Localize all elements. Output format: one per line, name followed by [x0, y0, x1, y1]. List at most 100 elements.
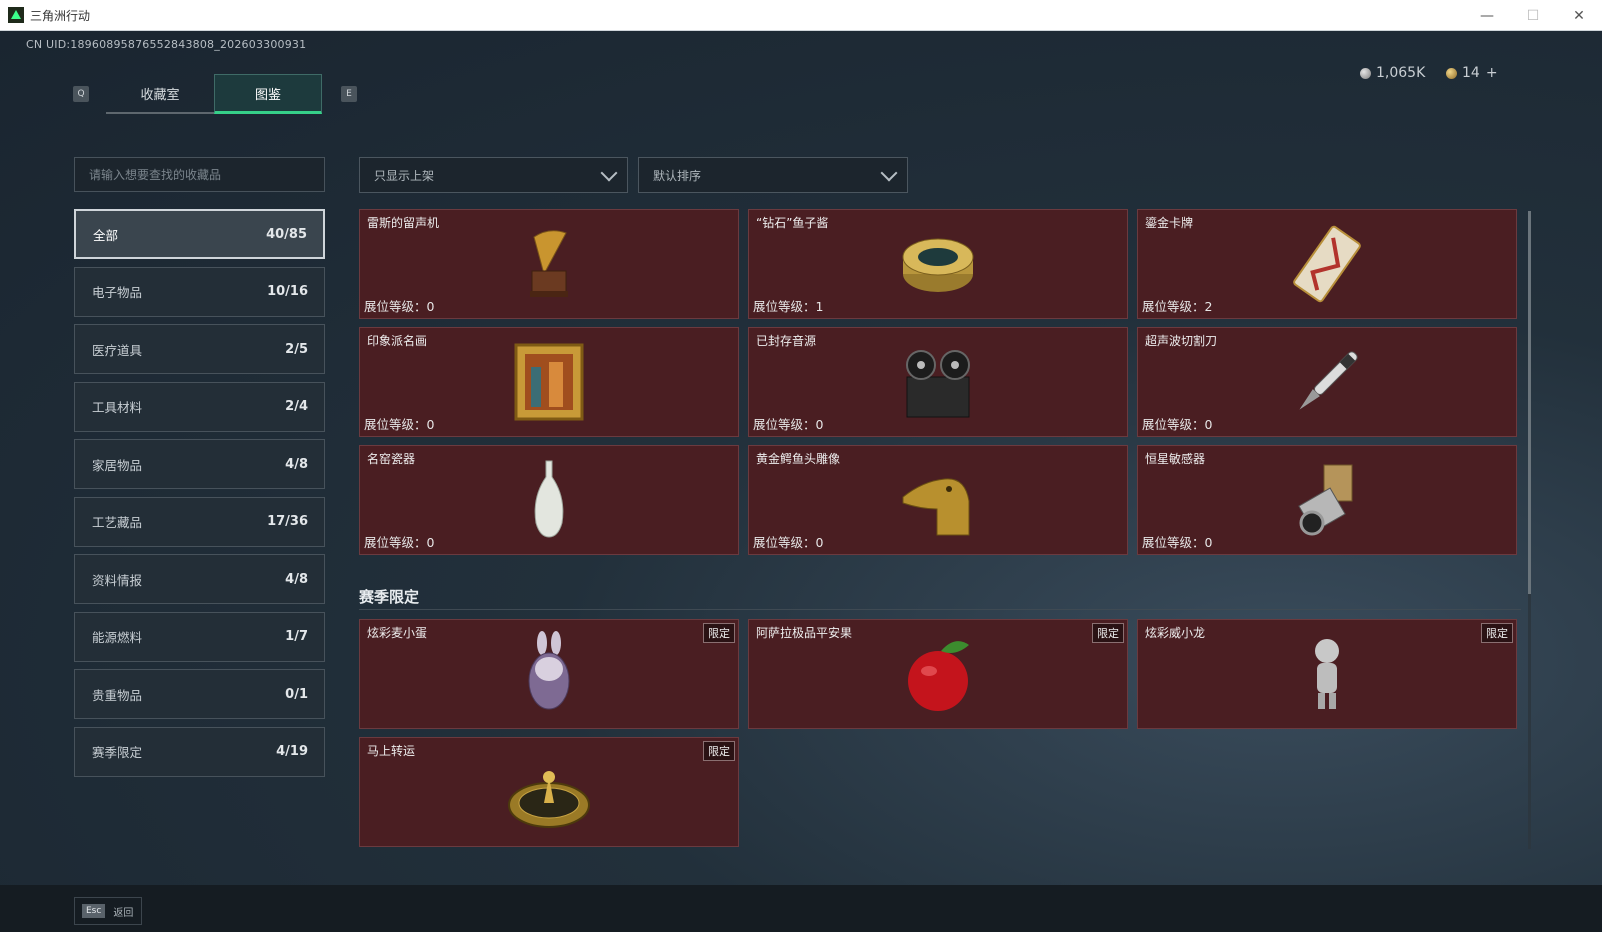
display-level: 展位等级：2 — [1142, 299, 1213, 314]
silver-coin-icon — [1360, 67, 1371, 79]
user-uid: CN UID:18960895876552843808_202603300931 — [26, 38, 307, 51]
category-tools[interactable]: 工具材料 2/4 — [74, 381, 325, 432]
category-crafts[interactable]: 工艺藏品 17/36 — [74, 496, 325, 547]
category-intel[interactable]: 资料情报 4/8 — [74, 554, 325, 604]
card-icon — [1293, 225, 1361, 303]
category-count: 4/19 — [276, 744, 308, 759]
display-level: 展位等级：0 — [364, 535, 435, 550]
category-household[interactable]: 家居物品 4/8 — [74, 439, 325, 489]
apple-icon — [908, 641, 969, 711]
close-button[interactable]: ✕ — [1556, 0, 1602, 31]
category-label: 工艺藏品 — [92, 515, 143, 530]
item-name: “钻石”鱼子酱 — [756, 216, 829, 230]
category-count: 1/7 — [285, 629, 308, 644]
category-all[interactable]: 全部 40/85 — [74, 209, 325, 259]
display-level: 展位等级：0 — [1142, 535, 1213, 550]
item-name: 炫彩威小龙 — [1145, 626, 1206, 640]
search-box[interactable] — [74, 157, 325, 192]
category-count: 10/16 — [267, 284, 308, 299]
category-label: 工具材料 — [92, 400, 143, 415]
title-bar: 三角洲行动 — ☐ ✕ — [0, 0, 1602, 31]
display-level: 展位等级：0 — [364, 299, 435, 314]
back-label: 返回 — [113, 907, 134, 919]
collectible-card[interactable]: 名窑瓷器 展位等级：0 — [359, 445, 739, 555]
display-level: 展位等级：0 — [364, 417, 435, 432]
section-title-season: 赛季限定 — [359, 588, 420, 606]
collectible-card[interactable]: 印象派名画 展位等级：0 — [359, 327, 739, 437]
category-count: 4/8 — [285, 456, 308, 472]
shelf-filter-value: 只显示上架 — [374, 168, 435, 183]
category-label: 赛季限定 — [92, 745, 143, 760]
collectible-card[interactable]: “钻石”鱼子酱 展位等级：1 — [748, 209, 1128, 319]
silver-currency: 1,065K — [1360, 65, 1425, 81]
collectible-card[interactable]: 炫彩威小龙 限定 — [1137, 619, 1517, 729]
rabbit-egg-icon — [528, 631, 570, 710]
category-count: 2/4 — [285, 399, 308, 414]
limited-badge: 限定 — [1481, 623, 1513, 643]
category-label: 贵重物品 — [92, 687, 143, 703]
collectible-card[interactable]: 超声波切割刀 展位等级：0 — [1137, 327, 1517, 437]
category-count: 0/1 — [285, 686, 308, 702]
collectible-card[interactable]: 已封存音源 展位等级：0 — [748, 327, 1128, 437]
shelf-filter-dropdown[interactable]: 只显示上架 — [359, 157, 628, 193]
collectible-card[interactable]: 恒星敏感器 展位等级：0 — [1137, 445, 1517, 555]
window-title: 三角洲行动 — [30, 8, 91, 23]
collectible-card[interactable]: 炫彩麦小蛋 限定 — [359, 619, 739, 729]
gold-coin-icon — [1446, 67, 1457, 79]
bottom-bar — [0, 885, 1602, 932]
category-count: 2/5 — [285, 341, 308, 357]
game-screen: CN UID:18960895876552843808_202603300931… — [0, 31, 1602, 932]
item-name: 超声波切割刀 — [1145, 334, 1218, 348]
spinner-icon — [508, 771, 590, 828]
display-level: 展位等级：0 — [753, 535, 824, 550]
item-name: 炫彩麦小蛋 — [367, 626, 428, 640]
sort-value: 默认排序 — [653, 168, 702, 183]
gold-amount: 14 — [1462, 65, 1480, 81]
category-label: 家居物品 — [92, 457, 143, 473]
tab-codex[interactable]: 图鉴 — [214, 74, 322, 114]
maximize-button[interactable]: ☐ — [1510, 0, 1556, 31]
category-electronics[interactable]: 电子物品 10/16 — [74, 266, 325, 317]
scrollbar-thumb[interactable] — [1528, 211, 1531, 594]
back-button[interactable]: Esc 返回 — [74, 897, 142, 925]
collectible-card[interactable]: 马上转运 限定 — [359, 737, 739, 847]
collectible-card[interactable]: 黄金鳄鱼头雕像 展位等级：0 — [748, 445, 1128, 555]
minimize-button[interactable]: — — [1464, 0, 1510, 31]
collectible-card[interactable]: 鎏金卡牌 展位等级：2 — [1137, 209, 1517, 319]
app-logo-icon — [8, 7, 24, 23]
item-name: 阿萨拉极品平安果 — [756, 626, 853, 640]
key-hint-e: E — [341, 86, 357, 102]
gramophone-icon — [530, 230, 568, 297]
display-level: 展位等级：1 — [753, 299, 824, 314]
category-list: 全部 40/85 电子物品 10/16 医疗道具 2/5 工具材料 2/4 家居物品 4/… — [74, 209, 325, 784]
section-divider — [359, 609, 1521, 610]
item-name: 鎏金卡牌 — [1145, 216, 1194, 230]
collectible-card[interactable]: 阿萨拉极品平安果 限定 — [748, 619, 1128, 729]
gold-currency: 14 + — [1446, 65, 1498, 81]
item-name: 黄金鳄鱼头雕像 — [756, 452, 841, 466]
item-name: 印象派名画 — [367, 334, 428, 348]
category-medical[interactable]: 医疗道具 2/5 — [74, 324, 325, 374]
sort-dropdown[interactable]: 默认排序 — [638, 157, 908, 193]
category-label: 电子物品 — [92, 285, 143, 300]
tape-recorder-icon — [906, 350, 970, 418]
category-label: 资料情报 — [92, 572, 143, 588]
category-label: 医疗道具 — [92, 342, 143, 358]
painting-icon — [514, 343, 584, 421]
sensor-icon — [1298, 464, 1353, 536]
category-valuables[interactable]: 贵重物品 0/1 — [74, 669, 325, 719]
limited-badge: 限定 — [703, 623, 735, 643]
item-name: 名窑瓷器 — [367, 452, 416, 466]
caviar-icon — [902, 238, 974, 292]
category-energy[interactable]: 能源燃料 1/7 — [74, 611, 325, 662]
category-season[interactable]: 赛季限定 4/19 — [74, 726, 325, 777]
tab-collection-room[interactable]: 收藏室 — [106, 74, 214, 114]
category-label: 能源燃料 — [92, 630, 143, 645]
display-level: 展位等级：0 — [1142, 417, 1213, 432]
add-currency-button[interactable]: + — [1486, 65, 1498, 81]
knife-icon — [1299, 351, 1358, 410]
item-name: 马上转运 — [367, 744, 416, 758]
search-input[interactable] — [89, 167, 324, 182]
window-controls: — ☐ ✕ — [1464, 0, 1602, 31]
collectible-card[interactable]: 雷斯的留声机 展位等级：0 — [359, 209, 739, 319]
